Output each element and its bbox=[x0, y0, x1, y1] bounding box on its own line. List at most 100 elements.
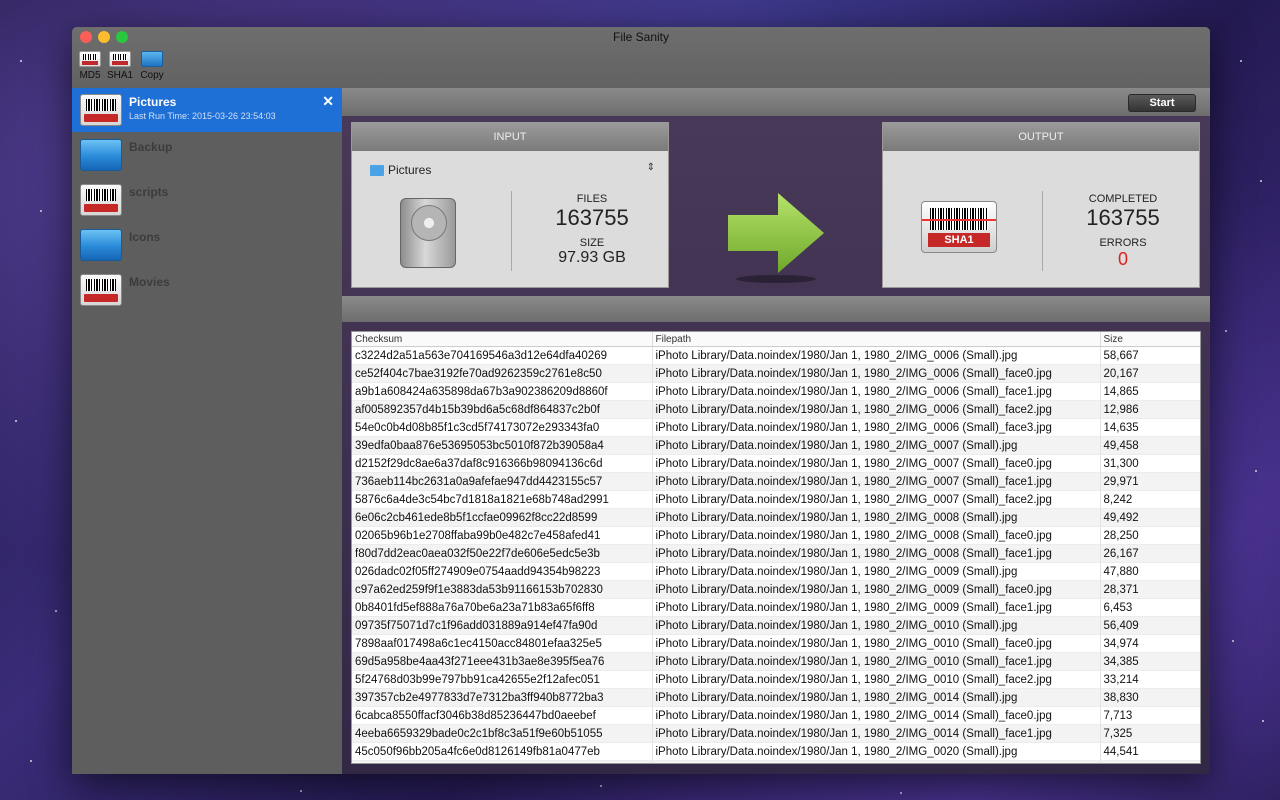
checksum-cell: 02065b96b1e2708ffaba99b0e482c7e458afed41 bbox=[352, 526, 653, 545]
output-panel-header: OUTPUT bbox=[883, 123, 1199, 151]
filepath-cell: iPhoto Library/Data.noindex/1980/Jan 1, … bbox=[652, 526, 1101, 545]
column-header-size[interactable]: Size bbox=[1100, 332, 1200, 347]
main-pane: Start INPUT Pictures ⇕ FILES 163755 SIZE… bbox=[342, 88, 1210, 774]
star-decoration bbox=[20, 60, 22, 62]
sidebar-item-backup[interactable]: Backup bbox=[72, 133, 342, 177]
folder-icon bbox=[141, 51, 163, 67]
table-row[interactable]: d2152f29dc8ae6a37daf8c916366b98094136c6d… bbox=[352, 454, 1200, 473]
checksum-cell: 736aeb114bc2631a0a9afefae947dd4423155c57 bbox=[352, 472, 653, 491]
size-cell: 34,385 bbox=[1100, 652, 1200, 671]
checksum-cell: 7898aaf017498a6c1ec4150acc84801efaa325e5 bbox=[352, 634, 653, 653]
star-decoration bbox=[30, 760, 32, 762]
size-cell: 33,214 bbox=[1100, 670, 1200, 689]
checksum-cell: 4eeba6659329bade0c2c1bf8c3a51f9e60b51055 bbox=[352, 724, 653, 743]
sidebar-item-label: Pictures bbox=[129, 95, 177, 109]
folder-icon bbox=[370, 165, 384, 176]
table-row[interactable]: 39edfa0baa876e53695053bc5010f872b39058a4… bbox=[352, 436, 1200, 455]
checksum-cell: a9b1a608424a635898da67b3a902386209d8860f bbox=[352, 382, 653, 401]
table-row[interactable]: c3224d2a51a563e704169546a3d12e64dfa40269… bbox=[352, 346, 1200, 365]
checksum-cell: 69d5a958be4aa43f271eee431b3ae8e395f5ea76 bbox=[352, 652, 653, 671]
table-row[interactable]: 69d5a958be4aa43f271eee431b3ae8e395f5ea76… bbox=[352, 652, 1200, 671]
table-row[interactable]: a9b1a608424a635898da67b3a902386209d8860f… bbox=[352, 382, 1200, 401]
size-cell: 28,371 bbox=[1100, 580, 1200, 599]
star-decoration bbox=[900, 792, 902, 794]
column-header-checksum[interactable]: Checksum bbox=[352, 332, 653, 347]
md5-toolbar-label: MD5 bbox=[79, 70, 101, 81]
table-row[interactable]: 0b8401fd5ef888a76a70be6a23a71b83a65f6ff8… bbox=[352, 598, 1200, 617]
sidebar-item-icons[interactable]: Icons bbox=[72, 223, 342, 267]
size-cell: 7,713 bbox=[1100, 706, 1200, 725]
column-header-filepath[interactable]: Filepath bbox=[652, 332, 1101, 347]
size-cell: 14,865 bbox=[1100, 382, 1200, 401]
filepath-cell: iPhoto Library/Data.noindex/1980/Jan 1, … bbox=[652, 706, 1101, 725]
table-row[interactable]: c97a62ed259f9f1e3883da53b91166153b702830… bbox=[352, 580, 1200, 599]
sidebar-item-pictures[interactable]: Pictures Last Run Time: 2015-03-26 23:54… bbox=[72, 88, 342, 132]
size-cell: 56,409 bbox=[1100, 616, 1200, 635]
table-row[interactable]: 5876c6a4de3c54bc7d1818a1821e68b748ad2991… bbox=[352, 490, 1200, 509]
table-header-row: Checksum Filepath Size bbox=[352, 332, 1200, 347]
table-row[interactable]: 5f24768d03b99e797bb91ca42655e2f12afec051… bbox=[352, 670, 1200, 689]
chevron-updown-icon: ⇕ bbox=[646, 162, 655, 173]
table-row[interactable]: 9dff9ff7baba2b9b17cfbe94456524bf07896efd… bbox=[352, 760, 1200, 763]
filepath-cell: iPhoto Library/Data.noindex/1980/Jan 1, … bbox=[652, 670, 1101, 689]
star-decoration bbox=[1240, 60, 1242, 62]
start-button[interactable]: Start bbox=[1128, 94, 1196, 112]
star-decoration bbox=[1260, 180, 1262, 182]
copy-toolbar-button[interactable]: Copy bbox=[135, 51, 169, 81]
table-row[interactable]: f80d7dd2eac0aea032f50e22f7de606e5edc5e3b… bbox=[352, 544, 1200, 563]
checksum-cell: ce52f404c7bae3192fe70ad9262359c2761e8c50 bbox=[352, 364, 653, 383]
sidebar-item-movies[interactable]: Movies bbox=[72, 268, 342, 312]
close-icon[interactable]: ✕ bbox=[322, 93, 334, 110]
checksum-cell: 9dff9ff7baba2b9b17cfbe94456524bf07896efd bbox=[352, 760, 653, 763]
size-cell: 58,667 bbox=[1100, 346, 1200, 365]
sha1-barcode-icon: SHA1 bbox=[921, 201, 997, 253]
table-row[interactable]: 6e06c2cb461ede8b5f1ccfae09962f8cc22d8599… bbox=[352, 508, 1200, 527]
action-bar: Start bbox=[342, 88, 1210, 116]
files-stat: FILES 163755 SIZE 97.93 GB bbox=[532, 193, 652, 267]
size-cell: 28,250 bbox=[1100, 526, 1200, 545]
table-row[interactable]: af005892357d4b15b39bd6a5c68df864837c2b0f… bbox=[352, 400, 1200, 419]
checksum-cell: 54e0c0b4d08b85f1c3cd5f74173072e293343fa0 bbox=[352, 418, 653, 437]
size-cell: 20,167 bbox=[1100, 364, 1200, 383]
size-label: SIZE bbox=[579, 237, 605, 249]
checksum-cell: 5f24768d03b99e797bb91ca42655e2f12afec051 bbox=[352, 670, 653, 689]
star-decoration bbox=[1232, 640, 1234, 642]
md5-toolbar-button[interactable]: MD5 bbox=[73, 51, 107, 81]
size-cell: 14,635 bbox=[1100, 418, 1200, 437]
filepath-cell: iPhoto Library/Data.noindex/1980/Jan 1, … bbox=[652, 598, 1101, 617]
table-row[interactable]: 7898aaf017498a6c1ec4150acc84801efaa325e5… bbox=[352, 634, 1200, 653]
sidebar: Pictures Last Run Time: 2015-03-26 23:54… bbox=[72, 88, 342, 774]
md5-barcode-icon bbox=[80, 184, 122, 216]
results-table[interactable]: Checksum Filepath Size c3224d2a51a563e70… bbox=[351, 331, 1201, 764]
title-bar[interactable]: File Sanity MD5 SHA1 Copy bbox=[72, 27, 1210, 88]
hard-disk-icon bbox=[400, 198, 456, 268]
table-row[interactable]: 4eeba6659329bade0c2c1bf8c3a51f9e60b51055… bbox=[352, 724, 1200, 743]
table-row[interactable]: 09735f75071d7c1f96add031889a914ef47fa90d… bbox=[352, 616, 1200, 635]
checksum-cell: 5876c6a4de3c54bc7d1818a1821e68b748ad2991 bbox=[352, 490, 653, 509]
sha1-toolbar-label: SHA1 bbox=[106, 70, 134, 81]
table-row[interactable]: 736aeb114bc2631a0a9afefae947dd4423155c57… bbox=[352, 472, 1200, 491]
size-cell: 34,974 bbox=[1100, 634, 1200, 653]
table-row[interactable]: 6cabca8550ffacf3046b38d85236447bd0aeebef… bbox=[352, 706, 1200, 725]
table-row[interactable]: 026dadc02f05ff274909e0754aadd94354b98223… bbox=[352, 562, 1200, 581]
sha1-toolbar-button[interactable]: SHA1 bbox=[103, 51, 137, 81]
folder-icon bbox=[80, 229, 122, 261]
filepath-cell: iPhoto Library/Data.noindex/1980/Jan 1, … bbox=[652, 454, 1101, 473]
table-row[interactable]: 45c050f96bb205a4fc6e0d8126149fb81a0477eb… bbox=[352, 742, 1200, 761]
table-row[interactable]: 02065b96b1e2708ffaba99b0e482c7e458afed41… bbox=[352, 526, 1200, 545]
sha1-barcode-icon bbox=[80, 94, 122, 126]
sidebar-item-label: Backup bbox=[129, 140, 173, 154]
filepath-cell: iPhoto Library/Data.noindex/1980/Jan 1, … bbox=[652, 544, 1101, 563]
separator-bar bbox=[342, 296, 1210, 322]
size-cell: 44,541 bbox=[1100, 742, 1200, 761]
checksum-cell: c97a62ed259f9f1e3883da53b91166153b702830 bbox=[352, 580, 653, 599]
source-folder-picker[interactable]: Pictures ⇕ bbox=[370, 162, 655, 179]
filepath-cell: iPhoto Library/Data.noindex/1980/Jan 1, … bbox=[652, 634, 1101, 653]
sidebar-item-scripts[interactable]: scripts bbox=[72, 178, 342, 222]
filepath-cell: iPhoto Library/Data.noindex/1980/Jan 1, … bbox=[652, 742, 1101, 761]
table-row[interactable]: 54e0c0b4d08b85f1c3cd5f74173072e293343fa0… bbox=[352, 418, 1200, 437]
table-row[interactable]: ce52f404c7bae3192fe70ad9262359c2761e8c50… bbox=[352, 364, 1200, 383]
size-cell: 8,242 bbox=[1100, 490, 1200, 509]
sidebar-item-label: Icons bbox=[129, 230, 161, 244]
table-row[interactable]: 397357cb2e4977833d7e7312ba3ff940b8772ba3… bbox=[352, 688, 1200, 707]
